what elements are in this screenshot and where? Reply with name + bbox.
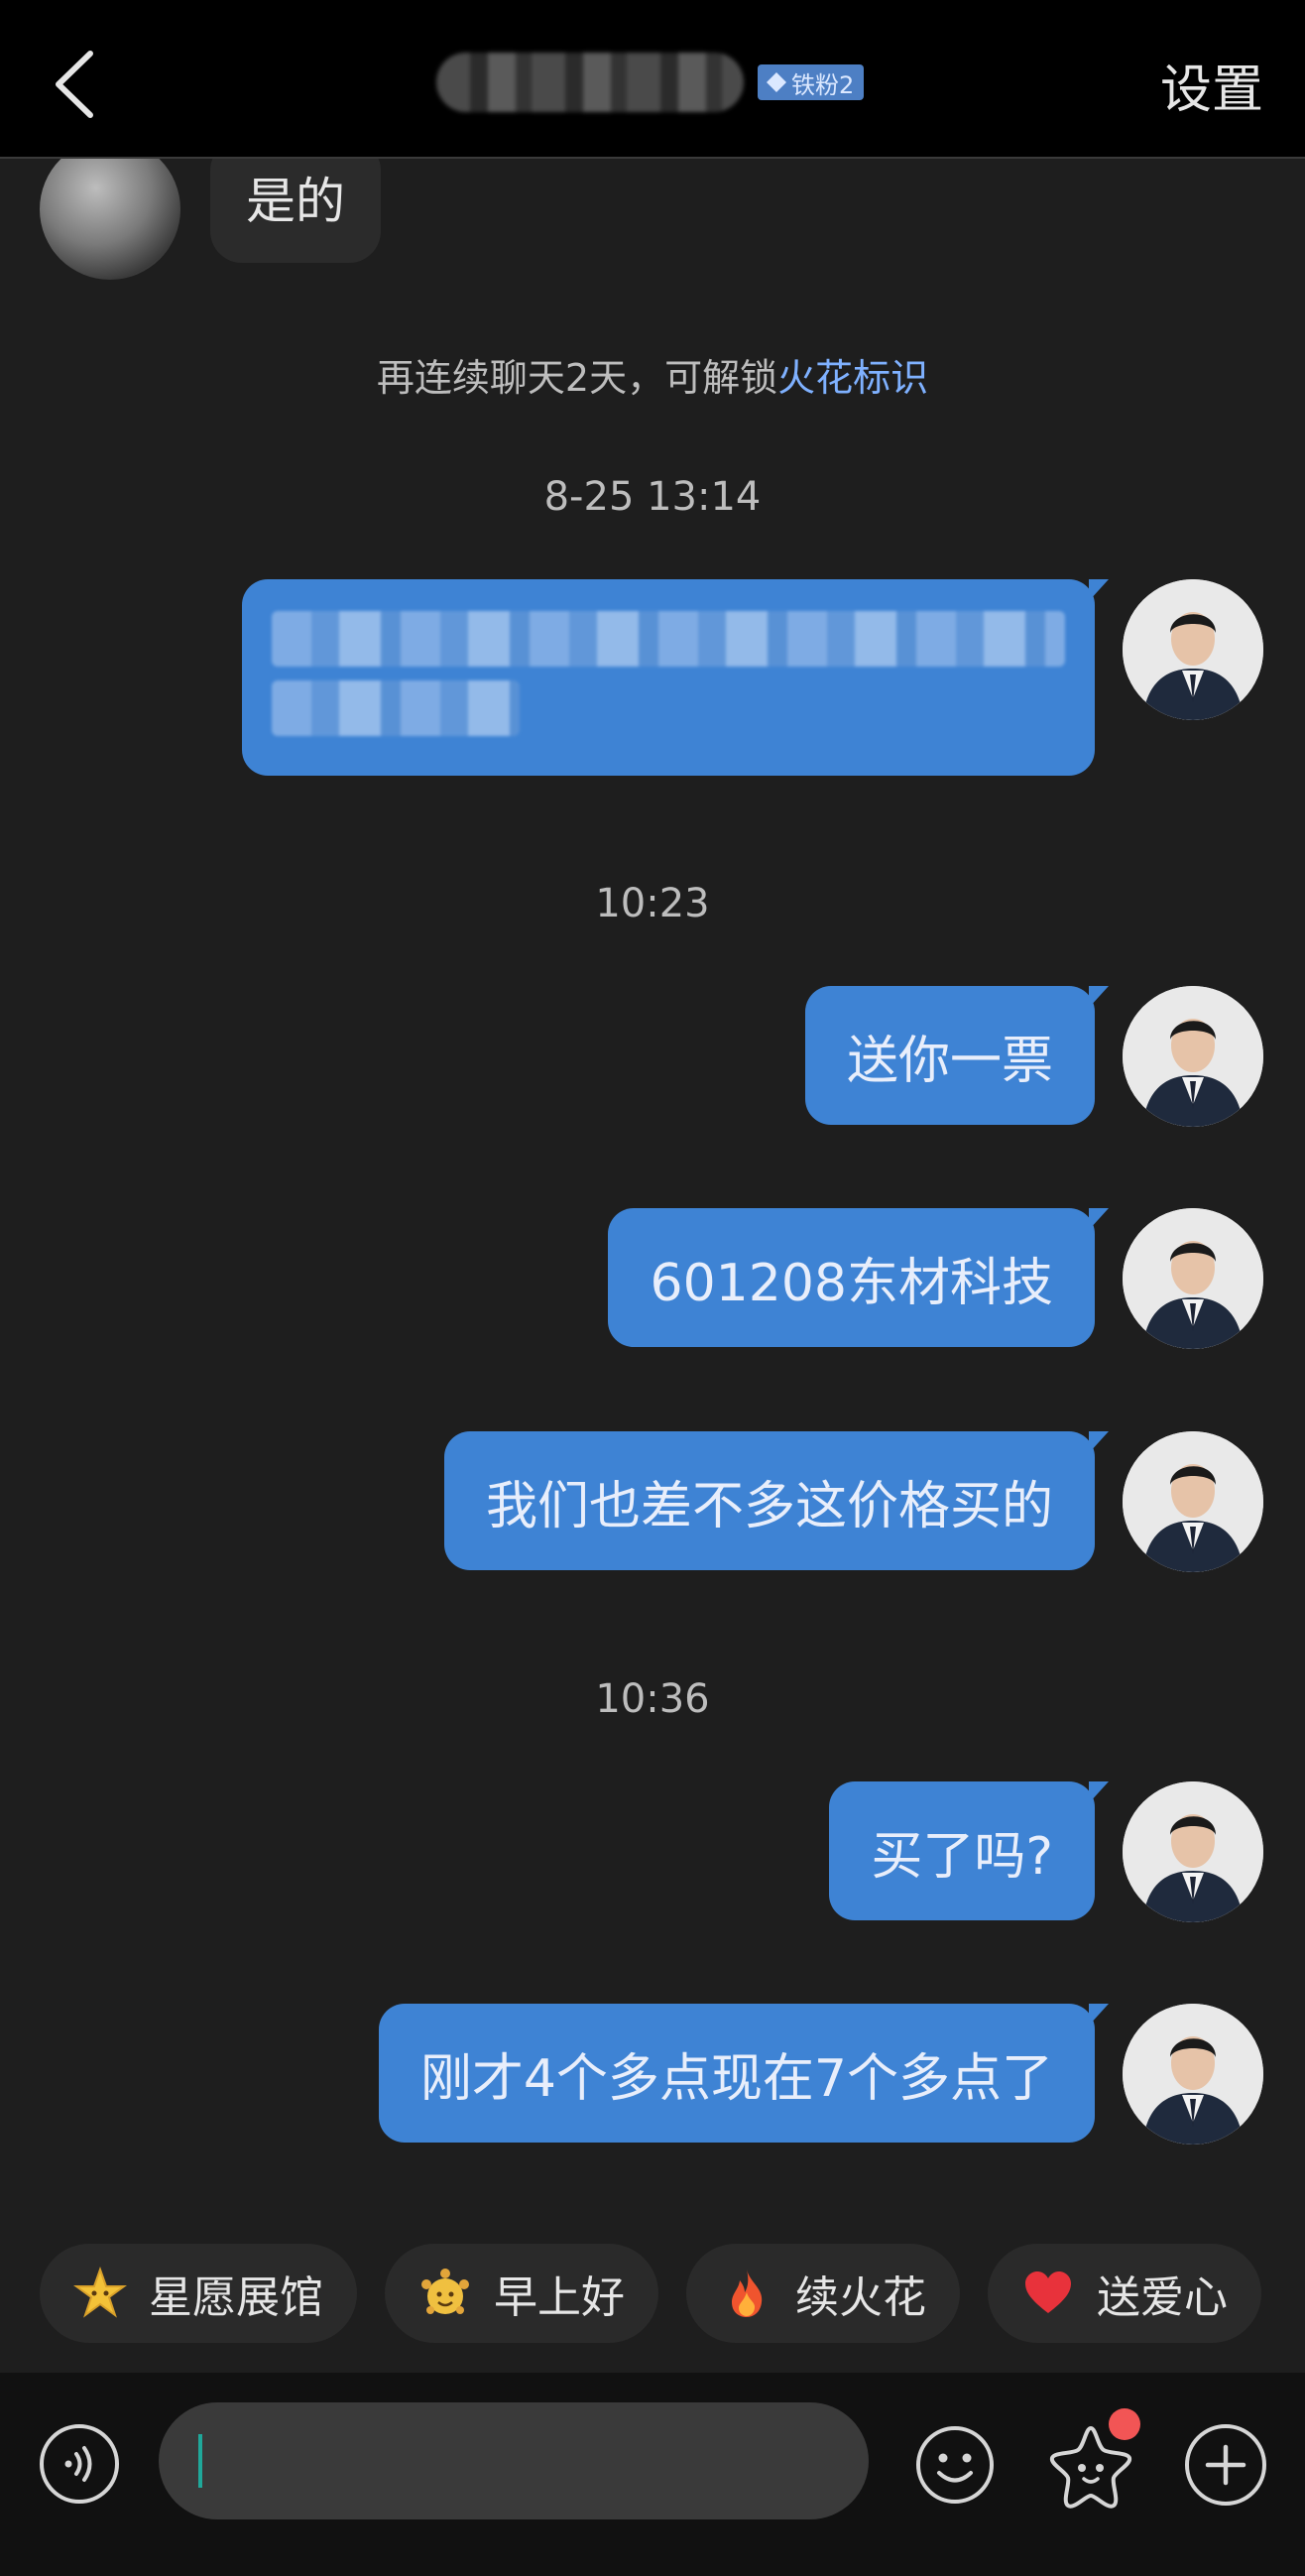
- redacted-content: [242, 581, 1095, 775]
- user-avatar[interactable]: [1123, 1208, 1263, 1349]
- quick-reply-good-morning[interactable]: 早上好: [385, 2244, 658, 2343]
- avatar-portrait-icon: [1123, 1208, 1263, 1349]
- message-input[interactable]: [159, 2402, 869, 2519]
- quick-reply-star-gallery[interactable]: 星愿展馆: [40, 2244, 357, 2343]
- avatar-portrait-icon: [1123, 579, 1263, 720]
- system-tip: 再连续聊天2天，可解锁火花标识: [0, 347, 1305, 402]
- badge-label: 铁粉2: [791, 70, 855, 99]
- emoji-button[interactable]: [914, 2424, 996, 2506]
- smiley-icon: [916, 2426, 994, 2504]
- timestamp: 8-25 13:14: [543, 474, 762, 520]
- chat-header: 铁粉2 设置: [0, 0, 1305, 159]
- user-avatar[interactable]: [1123, 2004, 1263, 2145]
- chip-label: 送爱心: [1097, 2272, 1228, 2323]
- message-bubble[interactable]: [242, 579, 1109, 776]
- contact-avatar[interactable]: [40, 159, 180, 280]
- user-avatar[interactable]: [1123, 986, 1263, 1127]
- back-button[interactable]: [40, 45, 109, 124]
- chevron-left-icon: [56, 51, 93, 118]
- avatar-portrait-icon: [1123, 986, 1263, 1127]
- fan-level-badge: 铁粉2: [758, 64, 865, 100]
- avatar-portrait-icon: [1123, 1431, 1263, 1572]
- diamond-icon: [767, 72, 786, 92]
- contact-name-redacted: [436, 53, 744, 112]
- outgoing-message: 买了吗?: [829, 1781, 1263, 1922]
- message-bubble[interactable]: 买了吗?: [829, 1781, 1109, 1920]
- quick-reply-bar: 星愿展馆 早上好 续火花 送爱心: [0, 2244, 1305, 2348]
- system-tip-text: 再连续聊天2天，可解锁: [376, 356, 778, 400]
- star-emoji-icon: [73, 2267, 127, 2318]
- notification-dot: [1109, 2408, 1140, 2440]
- outgoing-message: 601208东材科技: [608, 1208, 1263, 1349]
- timestamp: 10:23: [595, 881, 710, 926]
- chip-label: 星愿展馆: [149, 2272, 323, 2323]
- morning-emoji-icon: [421, 2269, 469, 2314]
- voice-wave-icon: [64, 2446, 92, 2482]
- message-bubble[interactable]: 我们也差不多这价格买的: [443, 1431, 1110, 1570]
- incoming-message: 是的: [40, 159, 381, 280]
- message-bubble[interactable]: 送你一票: [804, 986, 1110, 1125]
- plus-icon: [1205, 2444, 1246, 2486]
- message-bubble[interactable]: 601208东材科技: [608, 1208, 1109, 1347]
- text-cursor: [198, 2434, 202, 2488]
- outgoing-message: 送你一票: [804, 986, 1263, 1127]
- spark-badge-link[interactable]: 火花标识: [777, 356, 928, 400]
- user-avatar[interactable]: [1123, 579, 1263, 720]
- avatar-portrait-icon: [1123, 1781, 1263, 1922]
- user-avatar[interactable]: [1123, 1781, 1263, 1922]
- heart-icon: [1025, 2271, 1071, 2313]
- message-bubble[interactable]: 是的: [210, 159, 381, 263]
- voice-input-button[interactable]: [40, 2424, 119, 2504]
- outgoing-message: 我们也差不多这价格买的: [443, 1431, 1263, 1572]
- quick-reply-send-heart[interactable]: 送爱心: [988, 2244, 1261, 2343]
- chat-title[interactable]: 铁粉2: [436, 52, 865, 113]
- chip-label: 续火花: [795, 2272, 926, 2323]
- input-bar: [0, 2373, 1305, 2576]
- settings-button[interactable]: 设置: [1160, 48, 1263, 122]
- outgoing-message: 刚才4个多点现在7个多点了: [378, 2004, 1263, 2145]
- user-avatar[interactable]: [1123, 1431, 1263, 1572]
- message-bubble[interactable]: 刚才4个多点现在7个多点了: [378, 2004, 1110, 2143]
- outgoing-message-redacted: [242, 579, 1263, 776]
- chip-label: 早上好: [494, 2272, 625, 2323]
- timestamp: 10:36: [595, 1676, 710, 1722]
- message-list[interactable]: 是的 再连续聊天2天，可解锁火花标识 8-25 13:14 10:23 送你一票: [0, 159, 1305, 2232]
- more-options-button[interactable]: [1185, 2424, 1266, 2506]
- avatar-portrait-icon: [1123, 2004, 1263, 2145]
- quick-reply-continue-spark[interactable]: 续火花: [686, 2244, 960, 2343]
- fire-icon: [732, 2269, 763, 2317]
